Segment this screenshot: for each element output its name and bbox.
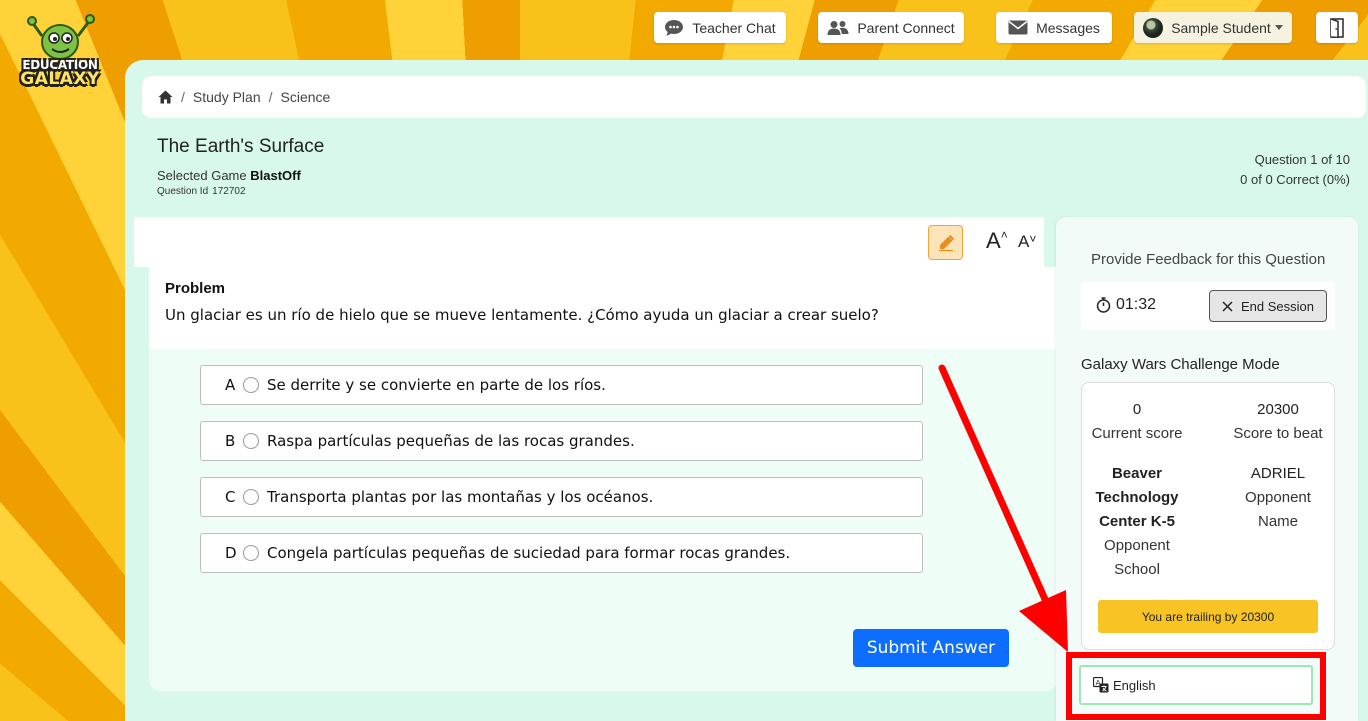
brand-wordmark[interactable]: EDUCATION GALAXY	[14, 58, 106, 89]
language-select[interactable]: A English	[1079, 665, 1313, 705]
caret-up-icon: ˄	[1000, 228, 1008, 242]
session-timer: 01:32	[1096, 296, 1156, 314]
chevron-down-icon	[1274, 25, 1283, 30]
submit-answer-button[interactable]: Submit Answer	[853, 629, 1009, 667]
opponent-school-label: School	[1114, 561, 1160, 578]
close-icon	[1222, 300, 1233, 312]
problem-label: Problem	[165, 280, 226, 297]
trailing-status-badge: You are trailing by 20300	[1098, 600, 1318, 633]
timer-value: 01:32	[1116, 296, 1157, 313]
breadcrumb-science[interactable]: Science	[281, 89, 331, 105]
messages-button[interactable]: Messages	[996, 12, 1112, 43]
opponent-name: ADRIEL Opponent Name	[1218, 462, 1338, 534]
radio-button[interactable]	[243, 377, 259, 393]
stopwatch-icon	[1096, 297, 1111, 313]
current-score: 0 Current score	[1077, 398, 1197, 446]
breadcrumb-separator: /	[268, 89, 273, 105]
answer-choice-a[interactable]: A Se derrite y se convierte en parte de …	[200, 365, 923, 405]
increase-font-button[interactable]: A˄	[986, 228, 1008, 254]
choice-text: Se derrite y se convierte en parte de lo…	[267, 376, 606, 394]
parent-connect-button[interactable]: Parent Connect	[818, 12, 964, 43]
choice-letter: D	[225, 544, 237, 562]
answer-choice-d[interactable]: D Congela partículas pequeñas de sucieda…	[200, 533, 923, 573]
envelope-icon	[1008, 20, 1028, 35]
choice-text: Raspa partículas pequeñas de las rocas g…	[267, 432, 635, 450]
score-to-beat: 20300 Score to beat	[1218, 398, 1338, 446]
home-icon[interactable]	[158, 90, 173, 104]
current-score-value: 0	[1132, 401, 1142, 418]
answer-choice-c[interactable]: C Transporta plantas por las montañas y …	[200, 477, 923, 517]
choice-text: Transporta plantas por las montañas y lo…	[267, 488, 654, 506]
font-up-letter: A	[986, 228, 1001, 253]
opponent-school-label: Opponent	[1104, 537, 1170, 554]
language-value: English	[1113, 677, 1156, 693]
avatar	[1143, 17, 1164, 38]
brand-line2: GALAXY	[20, 69, 100, 89]
question-id-label: Question Id	[157, 186, 209, 197]
choice-text: Congela partículas pequeñas de suciedad …	[267, 544, 791, 562]
challenge-mode-title: Galaxy Wars Challenge Mode	[1081, 356, 1280, 373]
logout-button[interactable]	[1316, 12, 1358, 43]
opponent-school-line: Center K-5	[1099, 513, 1175, 530]
score-to-beat-value: 20300	[1257, 401, 1299, 418]
feedback-link[interactable]: Provide Feedback for this Question	[1091, 251, 1325, 268]
end-session-button[interactable]: End Session	[1209, 290, 1327, 322]
messages-label: Messages	[1036, 19, 1100, 36]
door-exit-icon	[1330, 17, 1344, 38]
decrease-font-button[interactable]: A˅	[1018, 232, 1036, 252]
caret-down-icon: ˅	[1029, 232, 1037, 246]
users-icon	[827, 20, 849, 35]
highlighter-button[interactable]	[928, 225, 963, 260]
teacher-chat-button[interactable]: Teacher Chat	[654, 12, 786, 43]
translate-icon: A	[1093, 677, 1109, 693]
radio-button[interactable]	[243, 545, 259, 561]
font-down-letter: A	[1018, 232, 1030, 251]
question-toolbar	[134, 217, 1044, 267]
question-progress: Question 1 of 10 0 of 0 Correct (0%)	[1240, 150, 1350, 190]
radio-button[interactable]	[243, 489, 259, 505]
teacher-chat-label: Teacher Chat	[692, 19, 776, 36]
student-name: Sample Student	[1171, 19, 1271, 36]
current-score-label: Current score	[1091, 425, 1183, 442]
opponent-name-label: Opponent	[1245, 489, 1311, 506]
opponent-school-line: Technology	[1095, 489, 1179, 506]
radio-button[interactable]	[243, 433, 259, 449]
student-menu-button[interactable]: Sample Student	[1134, 12, 1292, 43]
pencil-icon	[938, 234, 954, 251]
problem-text: Un glaciar es un río de hielo que se mue…	[165, 306, 879, 324]
chat-bubble-icon	[665, 19, 684, 36]
selected-game-label: Selected Game	[157, 168, 247, 183]
question-count: Question 1 of 10	[1254, 152, 1350, 167]
opponent-name-value: ADRIEL	[1250, 465, 1306, 482]
selected-game: Selected Game BlastOff	[157, 168, 301, 183]
score-to-beat-label: Score to beat	[1233, 425, 1323, 442]
opponent-school-line: Beaver	[1111, 465, 1163, 482]
breadcrumb: / Study Plan / Science	[142, 76, 1366, 118]
opponent-school: Beaver Technology Center K-5 Opponent Sc…	[1077, 462, 1197, 582]
breadcrumb-study-plan[interactable]: Study Plan	[193, 89, 261, 105]
answer-choice-b[interactable]: B Raspa partículas pequeñas de las rocas…	[200, 421, 923, 461]
choice-letter: A	[225, 376, 236, 394]
opponent-name-label: Name	[1257, 513, 1298, 530]
end-session-label: End Session	[1241, 298, 1314, 314]
choice-letter: B	[225, 432, 236, 450]
question-id-value: 172702	[212, 186, 246, 197]
parent-connect-label: Parent Connect	[857, 19, 955, 36]
question-id: Question Id 172702	[157, 186, 246, 197]
page-title: The Earth's Surface	[157, 136, 325, 157]
correct-count: 0 of 0 Correct (0%)	[1240, 172, 1350, 187]
choice-letter: C	[225, 488, 236, 506]
breadcrumb-separator: /	[181, 89, 185, 105]
selected-game-value: BlastOff	[250, 168, 301, 183]
